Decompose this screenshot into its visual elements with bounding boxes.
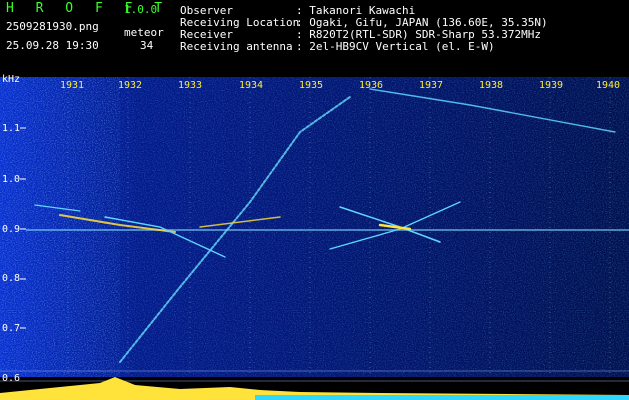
hroff-window: H R O F F T 1.0.0 2509281930.png meteor … [0,0,629,400]
spectrogram-plot [0,77,629,400]
x-tick-label: 1937 [419,80,444,91]
x-tick-label: 1936 [359,80,384,91]
file-name: 2509281930.png [6,20,99,33]
app-version: 1.0.0 [124,3,158,16]
antenna-value: : 2el-HB9CV Vertical (el. E-W) [296,40,495,53]
x-tick-label: 1935 [299,80,324,91]
y-tick-label: 0.9 [2,224,21,235]
antenna-key: Receiving antenna [180,40,293,53]
x-tick-label: 1939 [539,80,564,91]
date-time: 25.09.28 19:30 [6,39,99,52]
x-tick-label: 1938 [479,80,504,91]
x-tick-label: 1931 [60,80,85,91]
y-tick-label: 0.8 [2,273,21,284]
amplitude-baseline [255,395,629,400]
y-tick-label: 0.6 [2,373,21,384]
x-tick-label: 1932 [118,80,143,91]
y-tick-label: 1.1 [2,123,21,134]
y-tick-label: 1.0 [2,174,21,185]
meteor-count: 34 [140,39,154,52]
x-tick-label: 1933 [178,80,203,91]
x-tick-label: 1934 [239,80,264,91]
y-axis-unit: kHz [2,74,21,85]
x-tick-label: 1940 [596,80,621,91]
y-tick-label: 0.7 [2,323,21,334]
meteor-label: meteor [124,26,164,39]
